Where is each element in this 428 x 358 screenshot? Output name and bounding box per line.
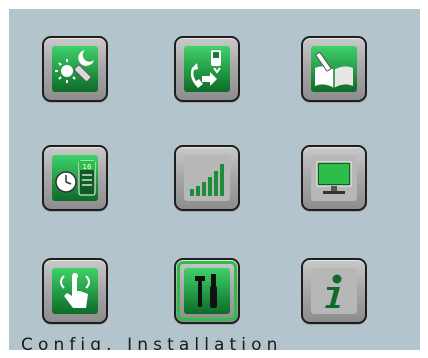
tile-network-signal[interactable] — [174, 145, 240, 211]
tile-touch-calibration[interactable] — [42, 258, 108, 324]
touch-screen-icon — [52, 268, 98, 314]
phone-transfer-icon — [184, 46, 230, 92]
tile-information[interactable] — [301, 258, 367, 324]
information-icon — [311, 268, 357, 314]
installation-tools-icon — [184, 268, 230, 314]
address-book-icon — [311, 46, 357, 92]
tile-date-time[interactable]: 16 — [42, 145, 108, 211]
svg-text:16: 16 — [83, 163, 92, 171]
signal-strength-icon — [184, 155, 230, 201]
menu-caption: Config. Installation — [21, 335, 283, 351]
tile-day-night-settings[interactable] — [42, 36, 108, 102]
installation-menu-screen: 16 Config. Installation — [9, 9, 420, 350]
sun-moon-settings-icon — [52, 46, 98, 92]
tile-display-settings[interactable] — [301, 145, 367, 211]
tile-directory-settings[interactable] — [301, 36, 367, 102]
tile-phone-settings[interactable] — [174, 36, 240, 102]
clock-calendar-icon: 16 — [52, 155, 98, 201]
tile-installation-tools[interactable] — [174, 258, 240, 324]
monitor-display-icon — [311, 155, 357, 201]
